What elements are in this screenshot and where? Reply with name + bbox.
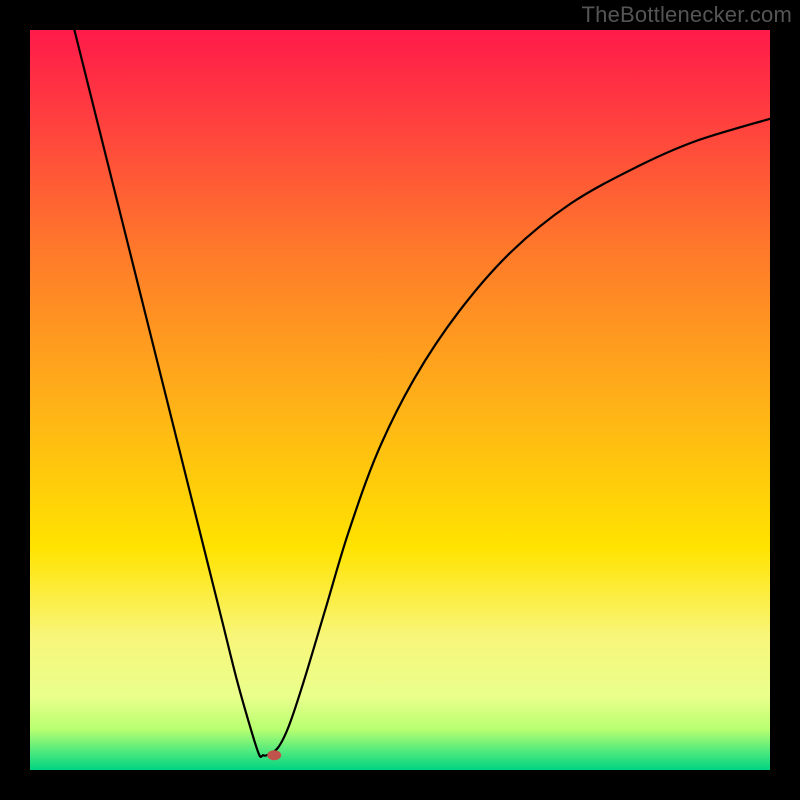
plot-area [30, 30, 770, 770]
optimal-marker [267, 750, 281, 760]
watermark-label: TheBottlenecker.com [582, 2, 792, 28]
gradient-rect [30, 30, 770, 770]
chart-svg [30, 30, 770, 770]
chart-frame: TheBottlenecker.com [0, 0, 800, 800]
